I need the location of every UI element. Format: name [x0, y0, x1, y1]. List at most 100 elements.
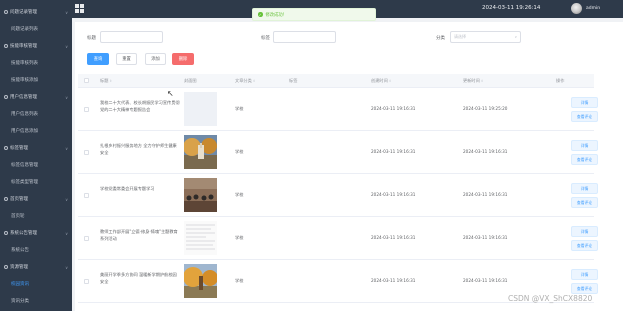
header-title[interactable]: 标题⇕ — [100, 78, 112, 84]
sidebar-label: 标签类型管理 — [11, 180, 38, 186]
toast-message: 修改成功！ — [265, 12, 287, 18]
sidebar-item[interactable]: 技能审核添加 — [0, 74, 72, 87]
sidebar-group[interactable]: 问题记录管理 ∨ — [0, 6, 72, 19]
row-updated-time: 2024-03-11 19:25:20 — [463, 106, 508, 111]
sidebar-item[interactable]: 技能审核列表 — [0, 57, 72, 70]
sidebar-item[interactable]: 首页轮 — [0, 210, 72, 223]
sidebar-group[interactable]: 标签管理 ∨ — [0, 142, 72, 155]
tag-filter-label: 标签 — [261, 36, 270, 41]
detail-button[interactable]: 详情 — [571, 269, 598, 280]
row-checkbox[interactable] — [84, 236, 89, 241]
detail-button[interactable]: 详情 — [571, 140, 598, 151]
sidebar-item[interactable]: 问题记录列表 — [0, 23, 72, 36]
sidebar: 问题记录管理 ∨ 问题记录列表技能审核管理 ∨ 技能审核列表技能审核添加用户信息管理 ∨ 用… — [0, 0, 72, 311]
mouse-cursor-icon: ↖ — [167, 89, 174, 98]
sidebar-item[interactable]: 标签类型管理 — [0, 176, 72, 189]
sidebar-label: 资源管理 — [10, 265, 28, 271]
sidebar-group[interactable]: 系统公告管理 ∨ — [0, 227, 72, 240]
category-select-placeholder: 请选择 — [454, 34, 466, 39]
menu-circle-icon — [4, 146, 8, 151]
view-comments-button[interactable]: 查看评论 — [571, 154, 598, 165]
row-category: 学校 — [235, 235, 244, 240]
row-checkbox[interactable] — [84, 193, 89, 198]
sidebar-group[interactable]: 首页管理 ∨ — [0, 193, 72, 206]
table-row[interactable]: 学校党委常委会开展专题学习 学校 2024-03-11 19:16:31 2024-0… — [78, 174, 598, 217]
sidebar-item[interactable]: 系统公告 — [0, 244, 72, 257]
sidebar-item[interactable]: 用户信息列表 — [0, 108, 72, 121]
sidebar-item[interactable]: 标签信息管理 — [0, 159, 72, 172]
table-row[interactable]: 教师工作部开展"立德·修身·铸魂"主题教育系列活动 学校 2024-03-11 19… — [78, 217, 598, 260]
view-comments-button[interactable]: 查看评论 — [571, 111, 598, 122]
menu-circle-icon — [4, 44, 8, 49]
row-title: 美丽开学季多方协同 温暖新学期护航校园安全 — [100, 272, 177, 284]
reset-button[interactable]: 重置 — [116, 53, 137, 65]
menu-circle-icon — [4, 95, 8, 100]
success-toast: ✓ 修改成功！ — [252, 8, 376, 21]
row-updated-time: 2024-03-11 19:16:31 — [463, 149, 508, 154]
detail-button[interactable]: 详情 — [571, 226, 598, 237]
row-checkbox[interactable] — [84, 150, 89, 155]
row-checkbox[interactable] — [84, 279, 89, 284]
sidebar-group[interactable]: 用户信息管理 ∨ — [0, 91, 72, 104]
title-filter-input[interactable] — [100, 31, 163, 43]
sidebar-label: 技能审核添加 — [11, 78, 38, 84]
sidebar-item[interactable]: 资讯分类 — [0, 295, 72, 308]
chevron-down-icon: ∨ — [65, 9, 68, 15]
delete-button[interactable]: 删除 — [172, 53, 194, 65]
sidebar-group[interactable]: 资源管理 ∨ — [0, 261, 72, 274]
sidebar-label: 首页管理 — [10, 197, 28, 203]
header-cover: 封面图 — [184, 78, 197, 83]
row-category: 学校 — [235, 278, 244, 283]
category-filter-label: 分类 — [436, 36, 445, 41]
row-cover-image — [184, 178, 217, 212]
view-comments-button[interactable]: 查看评论 — [571, 283, 598, 294]
username[interactable]: admin — [586, 6, 600, 11]
row-cover-image — [184, 92, 217, 126]
sidebar-label: 用户信息列表 — [11, 112, 38, 118]
row-cover-image — [184, 264, 217, 298]
table-header: 标题⇕ 封面图 文章分类⇕ 标签 创建时间⇕ 更新时间⇕ 操作 — [78, 74, 594, 88]
header-updated[interactable]: 更新时间⇕ — [463, 78, 483, 84]
sidebar-item[interactable]: 用户信息添加 — [0, 125, 72, 138]
sidebar-group[interactable]: 技能审核管理 ∨ — [0, 40, 72, 53]
sidebar-label: 标签管理 — [10, 146, 28, 152]
sidebar-label: 问题记录管理 — [10, 10, 37, 16]
sidebar-label: 系统公告 — [11, 248, 29, 254]
row-title: 学校党委常委会开展专题学习 — [100, 186, 155, 191]
sidebar-label: 标签信息管理 — [11, 163, 38, 169]
user-avatar[interactable] — [571, 3, 582, 14]
chevron-down-icon: ∨ — [65, 94, 68, 100]
detail-button[interactable]: 详情 — [571, 97, 598, 108]
sidebar-label: 系统公告管理 — [10, 231, 37, 237]
watermark: CSDN @VX_ShCX8820 — [508, 294, 593, 303]
row-checkbox[interactable] — [84, 107, 89, 112]
detail-button[interactable]: 详情 — [571, 183, 598, 194]
tag-filter-input[interactable] — [273, 31, 336, 43]
row-created-time: 2024-03-11 19:16:31 — [371, 149, 416, 154]
row-updated-time: 2024-03-11 19:16:31 — [463, 235, 508, 240]
header-category[interactable]: 文章分类⇕ — [235, 78, 255, 84]
view-comments-button[interactable]: 查看评论 — [571, 197, 598, 208]
row-cover-image — [184, 221, 217, 255]
menu-grid-icon[interactable] — [75, 4, 84, 13]
add-button[interactable]: 添加 — [145, 53, 166, 65]
sidebar-label: 技能审核管理 — [10, 44, 37, 50]
chevron-down-icon: ∨ — [65, 43, 68, 49]
table-row[interactable]: 我校二十大代表、校长胡振民学习宣传贯彻党的二十大精神专题报告会 学校 2024-03… — [78, 88, 598, 131]
chevron-down-icon: ∨ — [65, 264, 68, 270]
select-all-checkbox[interactable] — [84, 78, 89, 83]
row-title: 扎根乡村振兴服务地方 全力守护师生健康安全 — [100, 143, 177, 155]
category-select[interactable]: 请选择 ∨ — [450, 31, 521, 43]
table-row[interactable]: 扎根乡村振兴服务地方 全力守护师生健康安全学校 2024-03-11 19:16:… — [78, 131, 598, 174]
search-button[interactable]: 查询 — [87, 53, 109, 65]
menu-circle-icon — [4, 197, 8, 202]
view-comments-button[interactable]: 查看评论 — [571, 240, 598, 251]
row-category: 学校 — [235, 149, 244, 154]
sidebar-item[interactable]: 校园资讯 — [0, 278, 72, 291]
header-created[interactable]: 创建时间⇕ — [371, 78, 391, 84]
chevron-down-icon: ∨ — [65, 230, 68, 236]
news-table: 标题⇕ 封面图 文章分类⇕ 标签 创建时间⇕ 更新时间⇕ 操作 我校二十大代表、… — [78, 74, 598, 303]
row-category: 学校 — [235, 192, 244, 197]
row-created-time: 2024-03-11 19:16:31 — [371, 106, 416, 111]
row-updated-time: 2024-03-11 19:16:31 — [463, 278, 508, 283]
